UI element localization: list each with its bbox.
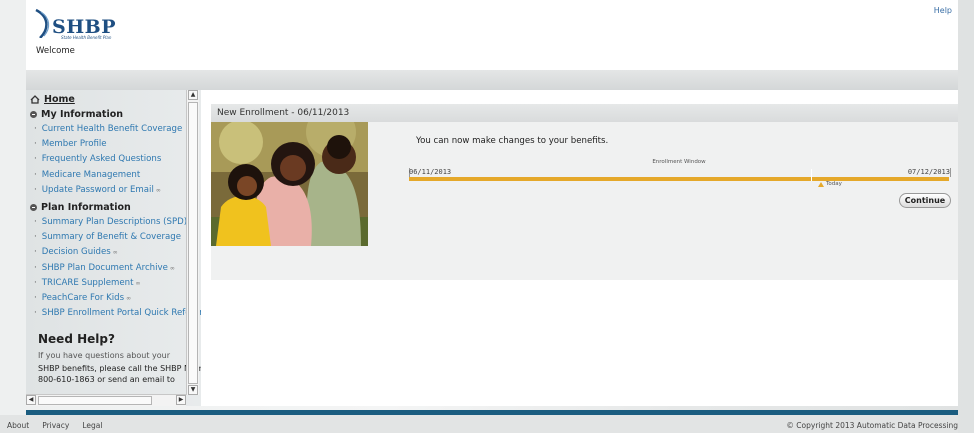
sidebar-item-update-password[interactable]: · Update Password or Email ∞ [30, 183, 188, 198]
scroll-left-arrow-icon[interactable]: ◀ [26, 395, 36, 405]
footer-link-about[interactable]: About [7, 421, 29, 430]
external-link-icon: ∞ [169, 264, 175, 272]
home-link[interactable]: Home [30, 94, 188, 105]
sidebar-item-medicare[interactable]: · Medicare Management [30, 168, 188, 183]
main-content: New Enrollment - 06/11/2013 You can now … [201, 90, 958, 406]
plan-information-header[interactable]: Plan Information [30, 202, 188, 213]
continue-button[interactable]: Continue [899, 193, 951, 208]
today-label: Today [826, 181, 842, 187]
home-icon [30, 95, 40, 104]
footer-link-privacy[interactable]: Privacy [42, 421, 69, 430]
enrollment-message: You can now make changes to your benefit… [416, 136, 609, 146]
section-title: My Information [41, 109, 123, 120]
sidebar-item-quick-reference[interactable]: · SHBP Enrollment Portal Quick Reference [30, 306, 201, 321]
sidebar-item-spd[interactable]: · Summary Plan Descriptions (SPD) [30, 215, 188, 230]
header: SHBP State Health Benefit Plan Welcome H… [26, 0, 958, 70]
need-help-text: If you have questions about your [38, 351, 171, 361]
enrollment-end-date: 07/12/2013 [907, 168, 950, 176]
logo-swoosh-icon [35, 8, 50, 38]
today-marker [811, 169, 812, 181]
enrollment-window-label: Enrollment Window [652, 159, 706, 165]
shbp-logo: SHBP State Health Benefit Plan [34, 8, 134, 40]
sidebar-item-peachcare[interactable]: · PeachCare For Kids ∞ [30, 291, 188, 306]
sidebar-vertical-scrollbar[interactable]: ▲ ▼ [186, 90, 199, 395]
enrollment-window-bar [409, 177, 949, 181]
collapse-icon [30, 204, 37, 212]
scroll-thumb[interactable] [188, 102, 198, 384]
scroll-down-arrow-icon[interactable]: ▼ [188, 385, 198, 395]
welcome-text: Welcome [36, 46, 75, 56]
footer-link-legal[interactable]: Legal [82, 421, 102, 430]
sidebar-item-member-profile[interactable]: · Member Profile [30, 137, 188, 152]
sidebar: Home My Information · Current Health Bene… [26, 90, 201, 406]
family-photo [211, 122, 368, 246]
nav-bar [26, 70, 958, 90]
sidebar-item-current-coverage[interactable]: · Current Health Benefit Coverage [30, 122, 188, 137]
section-title: Plan Information [41, 202, 131, 214]
sidebar-item-decision-guides[interactable]: · Decision Guides ∞ [30, 245, 188, 260]
external-link-icon: ∞ [155, 186, 161, 194]
collapse-icon [30, 111, 37, 118]
help-link[interactable]: Help [934, 6, 952, 15]
external-link-icon: ∞ [135, 279, 141, 287]
need-help-text: SHBP benefits, please call the SHBP Memb… [38, 364, 201, 374]
home-label: Home [44, 94, 75, 105]
external-link-icon: ∞ [126, 295, 132, 303]
need-help-title: Need Help? [38, 332, 115, 347]
logo-subtitle: State Health Benefit Plan [61, 35, 112, 40]
enrollment-window-track [409, 168, 951, 177]
sidebar-item-tricare[interactable]: · TRICARE Supplement ∞ [30, 276, 188, 291]
my-information-header[interactable]: My Information [30, 109, 188, 120]
scroll-up-arrow-icon[interactable]: ▲ [188, 90, 198, 100]
scroll-thumb[interactable] [38, 396, 152, 405]
enrollment-panel: New Enrollment - 06/11/2013 You can now … [211, 104, 958, 280]
today-indicator: Today [818, 181, 842, 187]
sidebar-item-sbc[interactable]: · Summary of Benefit & Coverage [30, 230, 188, 245]
external-link-icon: ∞ [112, 249, 118, 257]
sidebar-horizontal-scrollbar[interactable]: ◀ ▶ [26, 394, 186, 406]
triangle-up-icon [818, 181, 824, 187]
sidebar-item-faq[interactable]: · Frequently Asked Questions [30, 152, 188, 167]
footer: About Privacy Legal © Copyright 2013 Aut… [0, 415, 958, 433]
enrollment-start-date: 06/11/2013 [409, 168, 452, 176]
need-help-text: 800-610-1863 or send an email to [38, 375, 175, 385]
scroll-right-arrow-icon[interactable]: ▶ [176, 395, 186, 405]
copyright-text: © Copyright 2013 Automatic Data Processi… [786, 421, 958, 430]
sidebar-item-plan-archive[interactable]: · SHBP Plan Document Archive ∞ [30, 261, 188, 276]
panel-title: New Enrollment - 06/11/2013 [211, 104, 958, 122]
